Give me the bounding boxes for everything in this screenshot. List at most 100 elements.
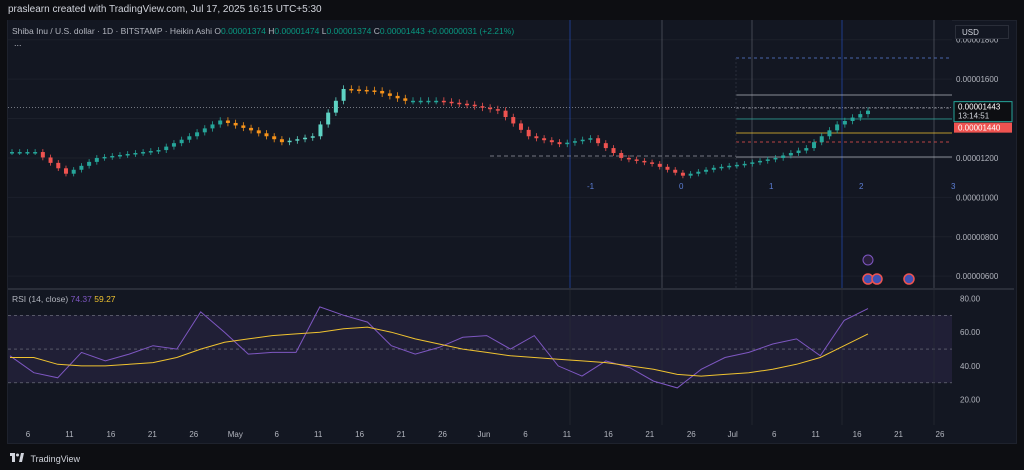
candle-body	[488, 107, 493, 110]
candle-body	[464, 103, 469, 106]
price-tick-label: 0.00001200	[956, 154, 999, 163]
candle-body	[819, 136, 824, 143]
countdown-label: 13:14:51	[958, 112, 990, 121]
candle-body	[549, 140, 554, 143]
candle-body	[333, 100, 338, 113]
candle-body	[835, 124, 840, 131]
candle-body	[249, 127, 254, 131]
candle-body	[357, 89, 362, 91]
chart-svg[interactable]: -10123 0.000018000.000016000.000014000.0…	[0, 0, 1024, 469]
candle-body	[63, 168, 68, 174]
candle-body	[326, 112, 331, 125]
time-tick-label: 6	[772, 430, 777, 439]
rsi-pane[interactable]	[8, 290, 952, 425]
candle-body	[372, 90, 377, 92]
candle-body	[542, 138, 547, 141]
candle-body	[210, 124, 215, 129]
candle-body	[596, 138, 601, 144]
more-dots[interactable]: ...	[14, 38, 22, 48]
rsi-title: RSI (14, close)	[12, 294, 69, 304]
candle-body	[380, 90, 385, 94]
candle-body	[472, 104, 477, 107]
candle-body	[781, 155, 786, 158]
candle-body	[827, 130, 832, 137]
candle-body	[341, 88, 346, 101]
symbol-legend: Shiba Inu / U.S. dollar · 1D · BITSTAMP …	[12, 26, 514, 36]
candle-body	[518, 123, 523, 130]
candle-body	[17, 152, 22, 154]
candle-body	[10, 152, 14, 154]
candle-body	[33, 152, 38, 154]
rsi-value: 74.37	[70, 294, 92, 304]
candle-body	[565, 142, 570, 145]
candle-body	[318, 124, 323, 137]
candle-body	[619, 153, 624, 158]
candle-body	[765, 159, 770, 161]
candle-body	[125, 154, 130, 156]
candle-body	[71, 169, 76, 174]
red-level-label: 0.00001440	[958, 124, 1001, 133]
candle-body	[295, 139, 300, 141]
candle-body	[426, 100, 431, 103]
tradingview-logo-icon[interactable]	[10, 448, 24, 470]
currency-button[interactable]: USD	[955, 25, 1009, 39]
candle-body	[534, 136, 539, 139]
candle-body	[310, 136, 315, 138]
candle-body	[603, 143, 608, 149]
candle-body	[441, 100, 446, 103]
candle-body	[457, 102, 462, 105]
fib-label: 0	[679, 182, 684, 191]
time-tick-label: 11	[314, 430, 323, 439]
fib-label: 3	[951, 182, 956, 191]
candle-body	[642, 160, 647, 163]
candle-body	[650, 162, 655, 164]
candle-body	[688, 173, 693, 176]
time-tick-label: 6	[26, 430, 31, 439]
time-tick-label: 21	[397, 430, 406, 439]
candle-body	[750, 162, 755, 164]
candle-body	[503, 110, 508, 118]
close-value: 0.00001443	[379, 26, 425, 36]
time-tick-label: 21	[645, 430, 654, 439]
time-tick-label: 16	[355, 430, 364, 439]
price-tick-label: 0.00000600	[956, 272, 999, 281]
candle-body	[719, 166, 724, 169]
time-tick-label: 26	[936, 430, 945, 439]
time-tick-label: 11	[65, 430, 74, 439]
candle-body	[665, 166, 670, 170]
time-tick-label: 6	[275, 430, 280, 439]
candle-body	[218, 120, 223, 125]
candle-body	[303, 137, 308, 140]
candle-body	[148, 151, 153, 153]
candle-body	[696, 171, 701, 174]
time-tick-label: 16	[853, 430, 862, 439]
candle-body	[225, 120, 230, 123]
candle-body	[187, 136, 192, 140]
candle-body	[387, 93, 392, 96]
candle-body	[48, 157, 53, 163]
price-pane[interactable]: -1 0 1 2 3	[8, 20, 956, 288]
candle-body	[804, 148, 809, 151]
candle-body	[773, 157, 778, 160]
footer: TradingView	[0, 447, 1024, 469]
candle-body	[866, 110, 870, 115]
candle-body	[94, 157, 99, 162]
candle-body	[195, 132, 200, 137]
fib-label: 1	[769, 182, 774, 191]
high-value: 0.00001474	[274, 26, 320, 36]
time-tick-label: May	[228, 430, 243, 439]
candle-body	[704, 169, 709, 172]
flag-event-icon	[903, 273, 915, 285]
candle-body	[40, 152, 45, 158]
candle-body	[87, 161, 92, 166]
time-tick-label: 26	[687, 430, 696, 439]
candle-body	[742, 163, 747, 166]
candle-body	[572, 141, 577, 143]
candle-body	[202, 128, 207, 133]
candle-body	[480, 106, 485, 108]
open-label: O	[214, 26, 221, 36]
fib-label: -1	[587, 182, 595, 191]
candle-body	[79, 165, 84, 170]
time-tick-label: 11	[811, 430, 820, 439]
candle-body	[858, 114, 863, 118]
